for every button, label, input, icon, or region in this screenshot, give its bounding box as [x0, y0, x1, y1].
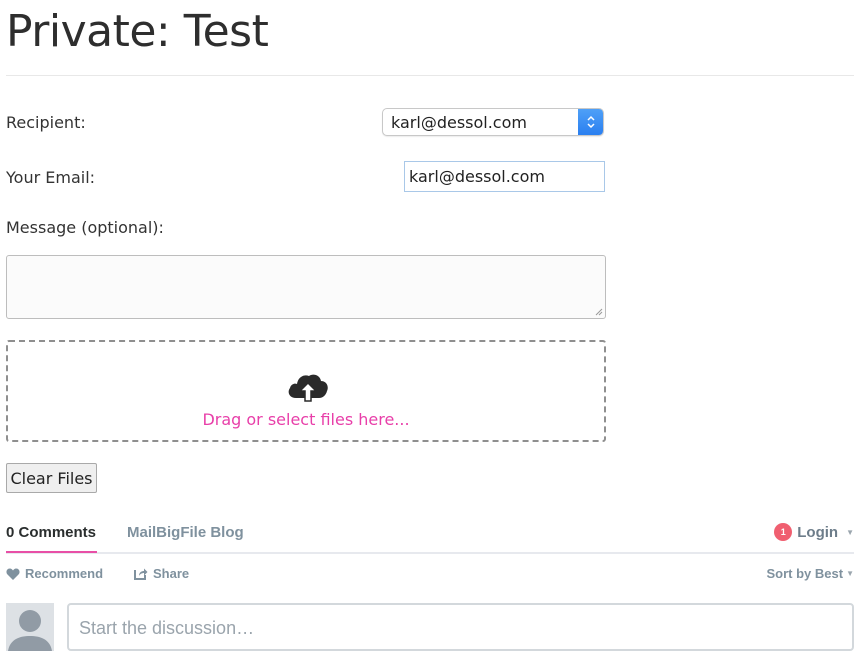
share-button[interactable]: Share [134, 566, 189, 581]
login-label: Login [797, 523, 839, 541]
tab-comments[interactable]: 0 Comments [6, 524, 97, 553]
updown-chevron-icon [578, 109, 603, 135]
dropzone-text: Drag or select files here... [202, 410, 410, 429]
notification-badge[interactable]: 1 [774, 523, 793, 541]
share-label: Share [153, 566, 190, 581]
file-dropzone[interactable]: Drag or select files here... [6, 340, 606, 442]
login-menu[interactable]: 1 Login ▼ [774, 523, 854, 541]
recipient-select[interactable]: karl@dessol.com [382, 108, 604, 136]
email-label: Your Email: [6, 168, 96, 187]
cloud-upload-icon [288, 374, 328, 402]
comments-actions: Recommend Share Sort by Best ▼ [6, 566, 854, 584]
comments-tabs: 0 Comments MailBigFile Blog 1 Login ▼ [6, 520, 854, 554]
resize-grip-icon[interactable] [593, 306, 603, 316]
sort-label: Sort by Best [766, 566, 844, 581]
page-title: Private: Test [6, 6, 269, 57]
recipient-label: Recipient: [6, 113, 86, 132]
title-divider [6, 75, 854, 76]
share-icon [134, 568, 148, 580]
comment-input[interactable]: Start the discussion… [67, 603, 854, 651]
message-label: Message (optional): [6, 218, 164, 237]
caret-down-icon: ▼ [846, 527, 854, 537]
recommend-label: Recommend [25, 566, 104, 581]
sort-menu[interactable]: Sort by Best ▼ [767, 566, 855, 581]
avatar [6, 603, 54, 651]
recipient-select-value: karl@dessol.com [391, 112, 527, 132]
user-placeholder-icon [8, 610, 52, 651]
heart-icon [6, 568, 20, 580]
tab-site[interactable]: MailBigFile Blog [127, 524, 244, 541]
message-textarea[interactable] [6, 255, 606, 319]
caret-down-icon: ▼ [846, 569, 854, 578]
recommend-button[interactable]: Recommend [6, 566, 103, 581]
email-input[interactable] [404, 161, 605, 192]
clear-files-button[interactable]: Clear Files [6, 463, 97, 493]
